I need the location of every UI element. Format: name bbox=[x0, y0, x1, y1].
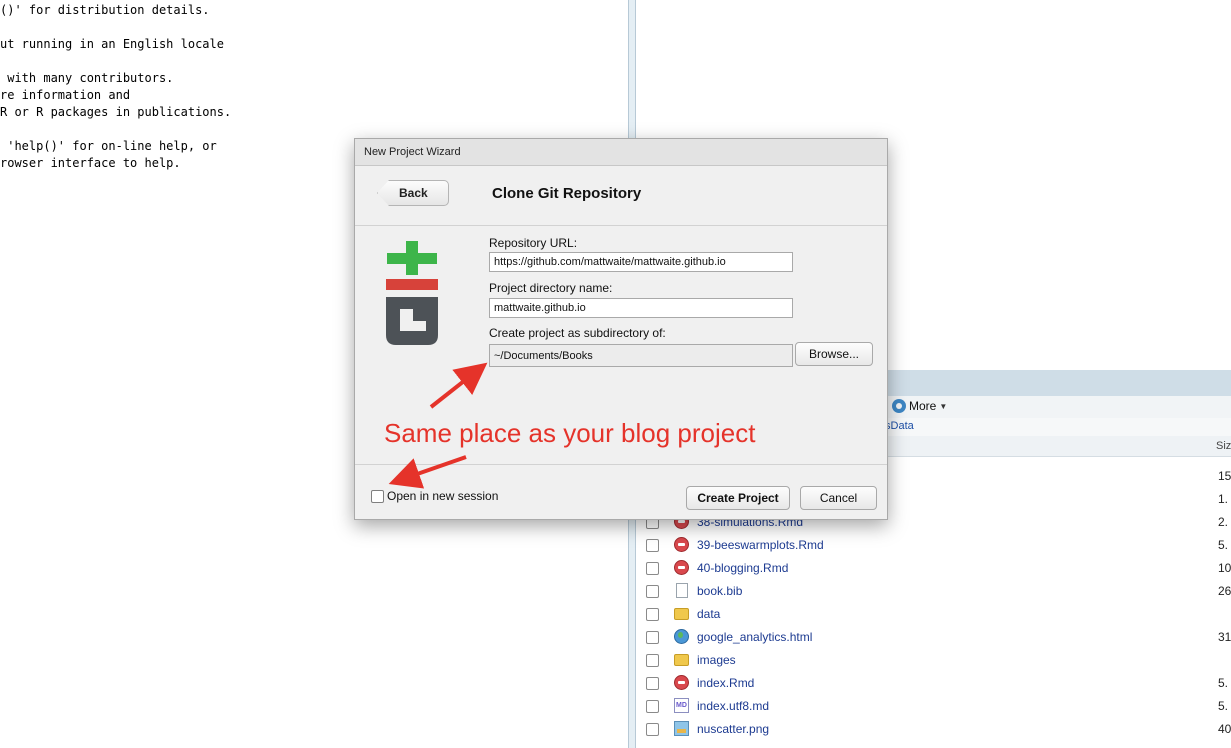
caret-down-icon: ▼ bbox=[939, 401, 948, 411]
row-checkbox[interactable] bbox=[646, 608, 659, 621]
repo-url-input[interactable]: https://github.com/mattwaite/mattwaite.g… bbox=[489, 252, 793, 272]
console-line: with many contributors. bbox=[0, 71, 174, 85]
file-size: 2. bbox=[1218, 515, 1229, 529]
dialog-title: New Project Wizard bbox=[364, 146, 461, 158]
row-checkbox[interactable] bbox=[646, 631, 659, 644]
file-link[interactable]: 40-blogging.Rmd bbox=[697, 561, 788, 575]
create-project-button[interactable]: Create Project bbox=[686, 486, 790, 510]
dir-name-label: Project directory name: bbox=[489, 281, 613, 295]
table-row: index.Rmd 5. bbox=[636, 672, 1231, 695]
file-size: 1. bbox=[1218, 492, 1229, 506]
folder-file-icon bbox=[674, 608, 689, 620]
table-row: book.bib 26 bbox=[636, 580, 1231, 603]
rmd-file-icon bbox=[674, 675, 689, 690]
open-new-session-checkbox[interactable] bbox=[371, 490, 384, 503]
table-row: google_analytics.html 31 bbox=[636, 626, 1231, 649]
table-row: nuscatter.png 40 bbox=[636, 718, 1231, 741]
row-checkbox[interactable] bbox=[646, 585, 659, 598]
file-size: 5. bbox=[1218, 538, 1229, 552]
file-size: 40 bbox=[1218, 722, 1231, 736]
page-title: Clone Git Repository bbox=[492, 185, 642, 202]
back-button[interactable]: Back bbox=[377, 180, 449, 206]
subdir-label: Create project as subdirectory of: bbox=[489, 326, 666, 340]
file-size: 15 bbox=[1218, 469, 1231, 483]
file-link[interactable]: 39-beeswarmplots.Rmd bbox=[697, 538, 824, 552]
folder-file-icon bbox=[674, 654, 689, 666]
md-file-icon: MD bbox=[674, 698, 689, 713]
console-line: 'help()' for on-line help, or bbox=[0, 139, 217, 153]
more-button[interactable]: More ▼ bbox=[892, 399, 947, 413]
file-size: 5. bbox=[1218, 699, 1229, 713]
row-checkbox[interactable] bbox=[646, 677, 659, 690]
file-size: 31 bbox=[1218, 630, 1231, 644]
rmd-file-icon bbox=[674, 537, 689, 552]
repo-url-label: Repository URL: bbox=[489, 236, 578, 250]
console-line: ()' for distribution details. bbox=[0, 3, 210, 17]
png-file-icon bbox=[674, 721, 689, 736]
file-link[interactable]: book.bib bbox=[697, 584, 742, 598]
back-button-label: Back bbox=[399, 186, 428, 200]
new-project-wizard-dialog: New Project Wizard Back Clone Git Reposi… bbox=[354, 138, 888, 520]
table-row: images bbox=[636, 649, 1231, 672]
globe-file-icon bbox=[674, 629, 689, 644]
size-column-header[interactable]: Siz bbox=[1216, 440, 1231, 452]
cancel-button[interactable]: Cancel bbox=[800, 486, 877, 510]
rmd-file-icon bbox=[674, 560, 689, 575]
divider bbox=[355, 225, 887, 226]
file-link[interactable]: index.Rmd bbox=[697, 676, 754, 690]
subdir-input[interactable]: ~/Documents/Books bbox=[489, 344, 793, 367]
table-row: 40-blogging.Rmd 10 bbox=[636, 557, 1231, 580]
more-label: More bbox=[909, 399, 937, 413]
row-checkbox[interactable] bbox=[646, 562, 659, 575]
dir-name-input[interactable]: mattwaite.github.io bbox=[489, 298, 793, 318]
table-row: data bbox=[636, 603, 1231, 626]
divider bbox=[355, 464, 887, 465]
row-checkbox[interactable] bbox=[646, 700, 659, 713]
git-logo-icon bbox=[386, 241, 438, 345]
file-size: 10 bbox=[1218, 561, 1231, 575]
console-line: re information and bbox=[0, 88, 131, 102]
console-line: R or R packages in publications. bbox=[0, 105, 232, 119]
file-link[interactable]: google_analytics.html bbox=[697, 630, 812, 644]
file-link[interactable]: data bbox=[697, 607, 720, 621]
row-checkbox[interactable] bbox=[646, 654, 659, 667]
table-row: 39-beeswarmplots.Rmd 5. bbox=[636, 534, 1231, 557]
file-link[interactable]: index.utf8.md bbox=[697, 699, 769, 713]
console-line: rowser interface to help. bbox=[0, 156, 181, 170]
console-line: ut running in an English locale bbox=[0, 37, 224, 51]
file-size: 26 bbox=[1218, 584, 1231, 598]
table-row: MD index.utf8.md 5. bbox=[636, 695, 1231, 718]
file-link[interactable]: nuscatter.png bbox=[697, 722, 769, 736]
file-link[interactable]: images bbox=[697, 653, 736, 667]
annotation-text: Same place as your blog project bbox=[384, 418, 756, 448]
row-checkbox[interactable] bbox=[646, 539, 659, 552]
gear-icon bbox=[892, 399, 906, 413]
browse-button[interactable]: Browse... bbox=[795, 342, 873, 366]
doc-file-icon bbox=[676, 583, 688, 598]
row-checkbox[interactable] bbox=[646, 723, 659, 736]
dialog-titlebar[interactable]: New Project Wizard bbox=[355, 139, 887, 166]
file-size: 5. bbox=[1218, 676, 1229, 690]
open-new-session-label[interactable]: Open in new session bbox=[387, 489, 498, 503]
